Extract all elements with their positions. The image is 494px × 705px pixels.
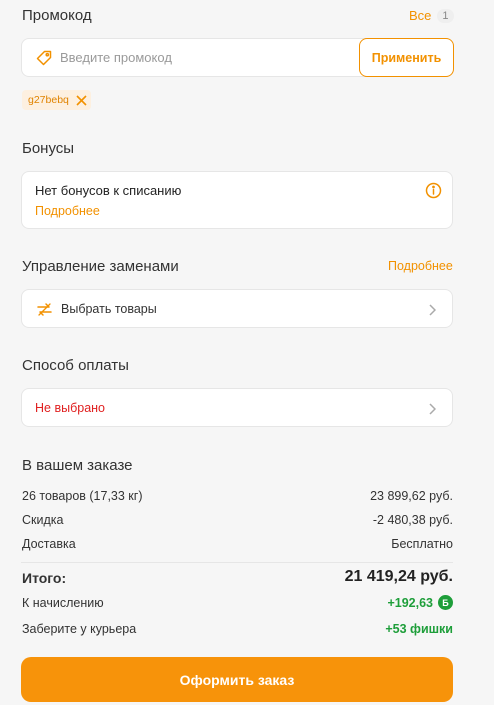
discount-label: Скидка xyxy=(22,513,64,527)
replacements-more-link[interactable]: Подробнее xyxy=(388,259,453,273)
payment-title: Способ оплаты xyxy=(22,357,129,374)
accrual-label: К начислению xyxy=(22,596,104,610)
promo-all-label: Все xyxy=(409,8,432,23)
applied-promo-chip: g27bebq xyxy=(22,90,91,110)
total-label: Итого: xyxy=(22,570,67,586)
courier-value: +53 фишки xyxy=(385,622,453,636)
bonuses-more-link[interactable]: Подробнее xyxy=(35,204,100,218)
courier-label: Заберите у курьера xyxy=(22,622,137,636)
select-items-row[interactable]: Выбрать товары xyxy=(21,289,453,328)
info-icon[interactable] xyxy=(425,182,442,204)
replacements-title: Управление заменами xyxy=(22,258,179,275)
accrual-value-group: +192,63 Б xyxy=(387,595,453,610)
promo-all-link[interactable]: Все 1 xyxy=(409,8,454,23)
delivery-label: Доставка xyxy=(22,537,76,551)
place-order-button[interactable]: Оформить заказ xyxy=(21,657,453,702)
bonuses-title: Бонусы xyxy=(22,140,75,157)
close-icon[interactable] xyxy=(76,94,87,106)
accrual-value: +192,63 xyxy=(387,595,433,610)
delivery-value: Бесплатно xyxy=(391,537,453,551)
payment-method-value: Не выбрано xyxy=(35,401,105,415)
order-title: В вашем заказе xyxy=(22,457,133,474)
promo-field: Применить xyxy=(21,38,454,77)
chevron-right-icon xyxy=(428,303,437,321)
bonus-coin-icon: Б xyxy=(438,595,453,610)
promo-count-badge: 1 xyxy=(437,8,454,23)
apply-promo-button[interactable]: Применить xyxy=(359,38,454,77)
applied-promo-code: g27bebq xyxy=(28,94,69,106)
divider xyxy=(21,562,453,563)
payment-method-row[interactable]: Не выбрано xyxy=(21,388,453,427)
bonuses-message: Нет бонусов к списанию xyxy=(35,183,182,198)
total-value: 21 419,24 руб. xyxy=(344,568,453,585)
promo-input[interactable] xyxy=(60,39,360,76)
items-label: 26 товаров (17,33 кг) xyxy=(22,489,143,503)
items-value: 23 899,62 руб. xyxy=(370,489,453,503)
select-items-label: Выбрать товары xyxy=(61,302,157,316)
promo-title: Промокод xyxy=(22,7,92,24)
discount-value: -2 480,38 руб. xyxy=(372,513,453,527)
tag-icon xyxy=(35,49,53,72)
swap-icon xyxy=(36,301,53,323)
chevron-right-icon xyxy=(428,402,437,420)
bonuses-card: Нет бонусов к списанию Подробнее xyxy=(21,171,453,229)
